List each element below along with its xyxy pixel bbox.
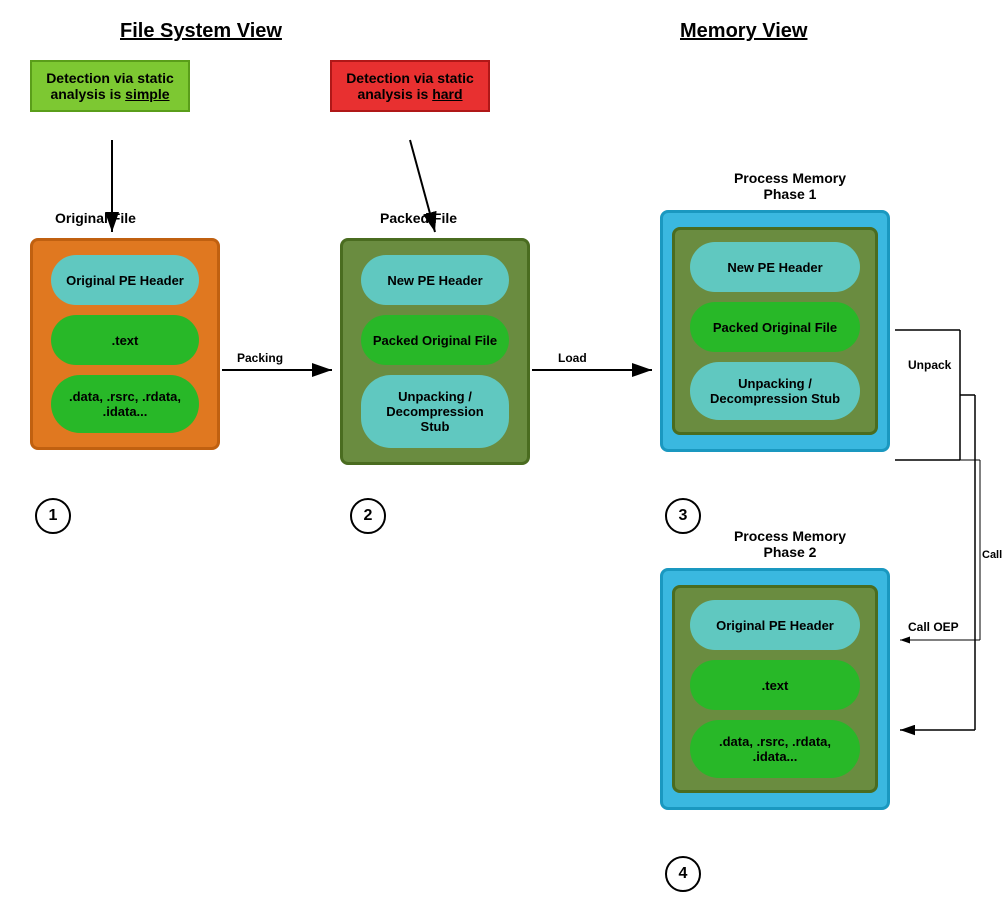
block2-item-0: New PE Header [361,255,509,305]
number-2: 2 [350,498,386,534]
block2-label: Packed File [380,210,457,226]
block1-container: Original PE Header .text .data, .rsrc, .… [30,238,220,450]
block1-label: Original File [55,210,136,226]
red-badge-text: Detection via staticanalysis is hard [346,70,474,102]
svg-text:Load: Load [558,351,587,365]
green-badge-text: Detection via staticanalysis is simple [46,70,174,102]
block3-item-1: Packed Original File [690,302,860,352]
number-4: 4 [665,856,701,892]
block2-container: New PE Header Packed Original File Unpac… [340,238,530,465]
block3-label: Process MemoryPhase 1 [680,170,900,202]
block2-item-2: Unpacking /Decompression Stub [361,375,509,448]
block1-item-2: .data, .rsrc, .rdata,.idata... [51,375,199,433]
green-badge: Detection via staticanalysis is simple [30,60,190,112]
filesystem-view-title: File System View [120,20,282,43]
block4-label: Process MemoryPhase 2 [680,528,900,560]
block3-outer: New PE Header Packed Original File Unpac… [660,210,890,452]
block4-item-0: Original PE Header [690,600,860,650]
svg-text:Packing: Packing [237,351,283,365]
memory-view-title: Memory View [680,20,807,43]
number-1: 1 [35,498,71,534]
calloep-label: Call OEP [908,620,959,634]
block4-item-2: .data, .rsrc, .rdata,.idata... [690,720,860,778]
unpack-label: Unpack [908,358,951,372]
red-badge: Detection via staticanalysis is hard [330,60,490,112]
svg-text:Call OEP: Call OEP [982,549,1005,561]
block1-item-0: Original PE Header [51,255,199,305]
block3-item-2: Unpacking /Decompression Stub [690,362,860,420]
block4-outer: Original PE Header .text .data, .rsrc, .… [660,568,890,810]
block4-item-1: .text [690,660,860,710]
block3-item-0: New PE Header [690,242,860,292]
block1-item-1: .text [51,315,199,365]
block2-item-1: Packed Original File [361,315,509,365]
